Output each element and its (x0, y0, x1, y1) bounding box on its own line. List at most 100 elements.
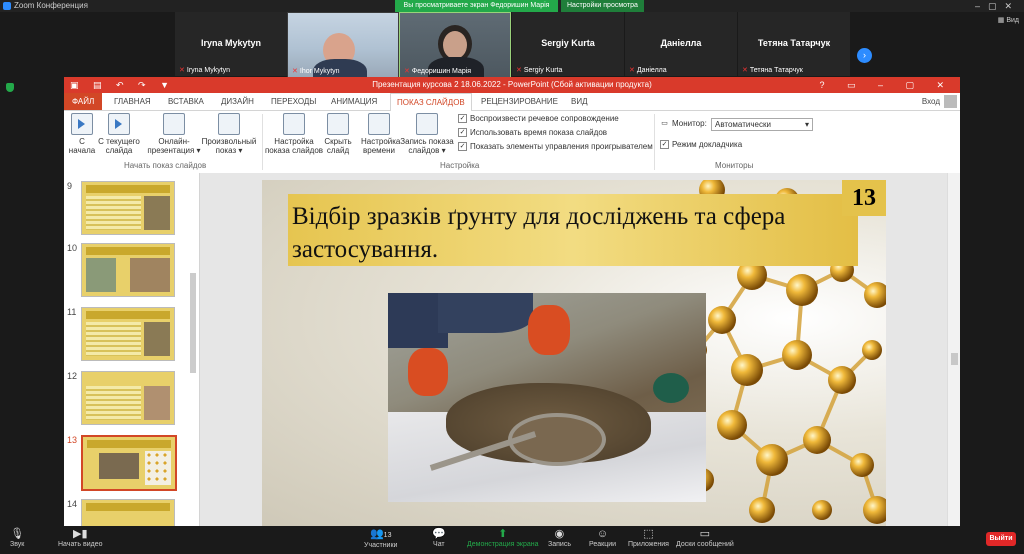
participant-tile[interactable]: Тетяна Татарчук ✕ Тетяна Татарчук (738, 12, 850, 76)
from-start-label-1: С (79, 137, 85, 146)
custom-show-button[interactable]: Произвольный показ ▾ (200, 113, 258, 155)
microphone-icon: 🎙 (10, 528, 25, 540)
thumbnail-number: 10 (67, 243, 78, 253)
thumbnail-scrollbar[interactable] (190, 273, 196, 373)
share-screen-icon: ⬆ (498, 528, 508, 540)
view-button[interactable]: ▦ Вид (998, 16, 1019, 24)
monitor-select[interactable]: Автоматически ▾ (711, 118, 813, 131)
group-label-setup: Настройка (440, 161, 480, 170)
tab-slideshow[interactable]: ПОКАЗ СЛАЙДОВ (390, 93, 472, 112)
tab-design[interactable]: ДИЗАЙН (221, 93, 254, 110)
ppt-window-controls[interactable]: ? ▭ – ▢ ✕ (819, 77, 954, 93)
checkbox-checked-icon: ✓ (458, 114, 467, 124)
reactions-label: Реакции (589, 541, 617, 548)
slide-title: Відбір зразків ґрунту для досліджень та … (292, 203, 786, 263)
online-label-1: Онлайн- (158, 137, 190, 146)
tab-view[interactable]: ВИД (571, 93, 588, 110)
security-shield-icon[interactable] (6, 83, 14, 92)
whiteboards-button[interactable]: ▭ Доски сообщений (676, 528, 734, 548)
monitor-icon: ▭ (661, 120, 668, 128)
audio-label: Звук (10, 541, 25, 548)
view-options-button[interactable]: Настройки просмотра (561, 0, 644, 12)
next-participants-button[interactable]: › (857, 48, 872, 63)
chat-button[interactable]: 💬 Чат (432, 528, 446, 548)
media-controls-checkbox[interactable]: ✓ Показать элементы управления проигрыват… (458, 142, 653, 152)
hide-slide-button[interactable]: Скрыть слайд (322, 113, 354, 155)
mic-muted-icon: ✕ (179, 67, 185, 74)
rehearse-label-1: Настройка (361, 137, 401, 146)
soil-sampling-photo[interactable] (388, 293, 706, 502)
thumbnail-number-selected: 13 (67, 435, 78, 445)
audio-button[interactable]: 🎙 Звук (10, 528, 24, 548)
thumb-molecule (145, 451, 171, 485)
participant-label: ✕ Даніелла (629, 66, 667, 74)
from-start-button[interactable]: Сначала (68, 113, 96, 155)
slide-thumbnail[interactable] (81, 243, 175, 297)
online-presentation-button[interactable]: Онлайн-презентация ▾ (146, 113, 202, 155)
thumb-image (144, 322, 170, 356)
participant-tile[interactable]: Sergiy Kurta ✕ Sergiy Kurta (512, 12, 624, 76)
hide-label-1: Скрыть (324, 137, 352, 146)
participant-video-tile[interactable]: ✕ Федоришин Марія (399, 12, 511, 87)
custom-show-icon (218, 113, 240, 135)
narration-label: Воспроизвести речевое сопровождение (470, 114, 619, 123)
apps-button[interactable]: ⬚ Приложения (628, 528, 669, 548)
start-video-button[interactable]: ▶▮ Начать видео (58, 528, 102, 548)
current-slide[interactable]: Відбір зразків ґрунту для досліджень та … (262, 180, 886, 526)
slide-thumbnail[interactable] (81, 371, 175, 425)
checkbox-checked-icon: ✓ (458, 142, 467, 152)
tab-review[interactable]: РЕЦЕНЗИРОВАНИЕ (481, 93, 558, 110)
tab-file[interactable]: ФАЙЛ (64, 93, 103, 110)
window-controls[interactable]: –▢✕ (975, 0, 1020, 12)
participants-button[interactable]: 👥13 Участники (364, 528, 397, 549)
whiteboard-icon: ▭ (699, 528, 711, 540)
chat-label: Чат (433, 541, 445, 548)
record-slideshow-button[interactable]: Запись показа слайдов ▾ (398, 113, 456, 155)
slide-thumbnail[interactable] (81, 181, 175, 235)
scrollbar-thumb[interactable] (951, 353, 958, 365)
stopwatch-icon (368, 113, 390, 135)
slide-canvas: Відбір зразків ґрунту для досліджень та … (200, 173, 952, 526)
slide-number: 13 (842, 180, 886, 216)
tab-animation[interactable]: АНИМАЦИЯ (331, 93, 377, 110)
participant-tile[interactable]: Даніелла ✕ Даніелла (625, 12, 737, 76)
reactions-button[interactable]: ☺ Реакции (589, 528, 616, 548)
slide-title-box[interactable]: Відбір зразків ґрунту для досліджень та … (288, 194, 858, 266)
mic-muted-icon: ✕ (516, 67, 522, 74)
share-screen-button[interactable]: ⬆ Демонстрация экрана (467, 528, 539, 548)
tab-insert[interactable]: ВСТАВКА (168, 93, 204, 110)
thumb-title (86, 311, 170, 319)
presenter-view-checkbox[interactable]: ✓ Режим докладчика (660, 140, 742, 150)
zoom-logo-icon (3, 1, 11, 10)
slide-thumbnail-selected[interactable] (81, 435, 177, 491)
leave-button[interactable]: Выйти (986, 532, 1016, 546)
slide-thumbnail[interactable] (81, 307, 175, 361)
slide-thumbnail[interactable] (81, 499, 175, 526)
participant-video-tile[interactable]: ✕ Ihor Mykytyn (287, 12, 399, 89)
custom-label-1: Произвольный (201, 137, 257, 146)
avatar[interactable] (944, 95, 957, 108)
sign-in-link[interactable]: Вход (922, 93, 940, 110)
timings-checkbox[interactable]: ✓ Использовать время показа слайдов (458, 128, 607, 138)
setup-slideshow-button[interactable]: Настройка показа слайдов (264, 113, 324, 155)
slideshow-start-icon (71, 113, 93, 135)
participant-label: ✕ Федоришин Марія (404, 67, 471, 75)
rehearse-timings-button[interactable]: Настройка времени (361, 113, 401, 155)
reactions-icon: ☺ (596, 528, 609, 540)
record-button[interactable]: ◉ Запись (548, 528, 571, 548)
ribbon-tabs: ФАЙЛ ГЛАВНАЯ ВСТАВКА ДИЗАЙН ПЕРЕХОДЫ АНИ… (64, 93, 960, 112)
tab-transitions[interactable]: ПЕРЕХОДЫ (271, 93, 316, 110)
narration-checkbox[interactable]: ✓ Воспроизвести речевое сопровождение (458, 114, 619, 124)
from-current-button[interactable]: С текущего слайда (96, 113, 142, 155)
rehearse-label-2: времени (363, 146, 395, 155)
participant-tile[interactable]: Iryna Mykytyn ✕ Iryna Mykytyn (175, 12, 287, 76)
participant-name: Тетяна Татарчук (757, 38, 831, 48)
ribbon: Сначала С текущего слайда Онлайн-презента… (64, 111, 960, 174)
tab-home[interactable]: ГЛАВНАЯ (114, 93, 151, 110)
slide-scrollbar[interactable] (947, 173, 960, 526)
thumb-title (86, 375, 170, 383)
monitor-label-text: Монитор: (672, 119, 707, 128)
participant-label-text: Iryna Mykytyn (186, 67, 231, 74)
thumb-image (144, 196, 170, 230)
participants-label: Участники (364, 542, 398, 549)
